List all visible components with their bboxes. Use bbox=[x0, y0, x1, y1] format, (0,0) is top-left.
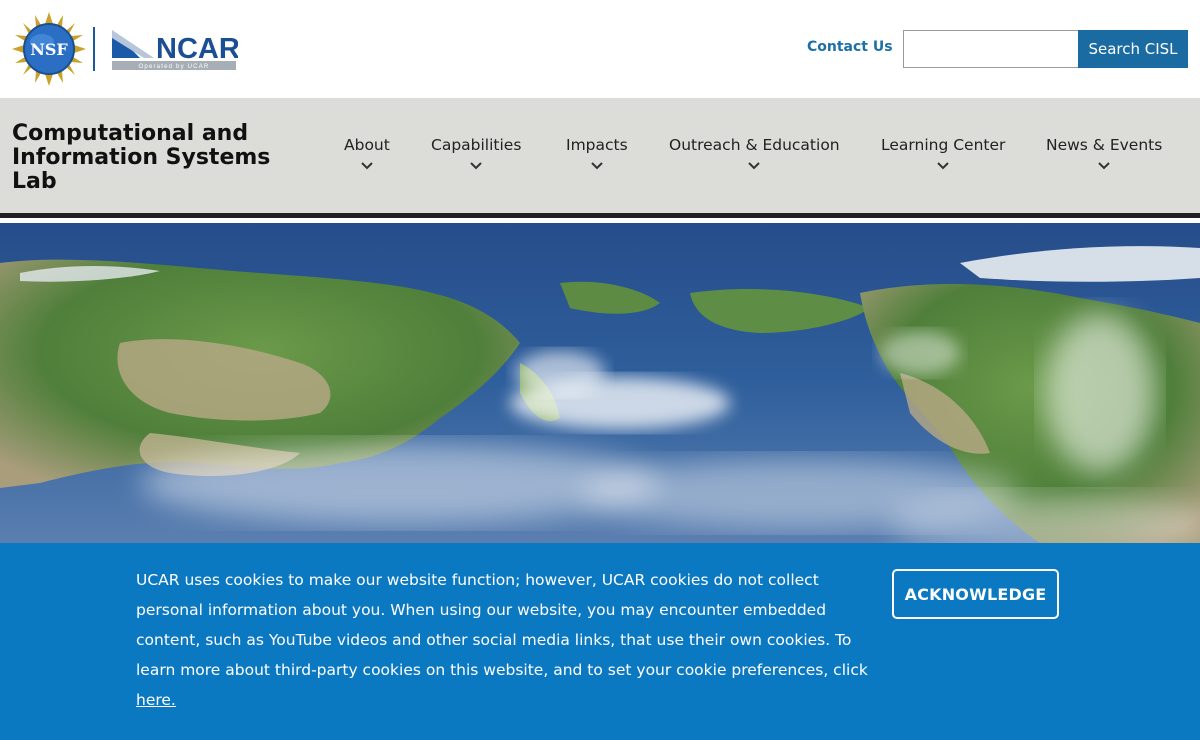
top-header: NSF NCAR Operated by UCAR Contact Us Sea… bbox=[0, 0, 1200, 98]
acknowledge-button[interactable]: ACKNOWLEDGE bbox=[892, 569, 1059, 619]
contact-us-link[interactable]: Contact Us bbox=[807, 39, 893, 55]
chevron-down-icon[interactable] bbox=[937, 162, 949, 170]
svg-text:Operated by UCAR: Operated by UCAR bbox=[139, 64, 210, 70]
cookie-message-text: UCAR uses cookies to make our website fu… bbox=[136, 571, 868, 679]
chevron-down-icon[interactable] bbox=[470, 162, 482, 170]
chevron-down-icon[interactable] bbox=[591, 162, 603, 170]
chevron-down-icon[interactable] bbox=[1098, 162, 1110, 170]
nav-item-outreach-education[interactable]: Outreach & Education bbox=[669, 136, 840, 170]
nav-item-impacts[interactable]: Impacts bbox=[566, 136, 628, 170]
nav-item-label: Capabilities bbox=[431, 136, 522, 154]
logo-divider bbox=[93, 27, 95, 71]
cookie-banner: UCAR uses cookies to make our website fu… bbox=[0, 543, 1200, 740]
nav-item-label: Outreach & Education bbox=[669, 136, 840, 154]
search-input[interactable] bbox=[903, 30, 1079, 68]
svg-text:NCAR: NCAR bbox=[156, 33, 238, 65]
nav-item-label: Learning Center bbox=[881, 136, 1006, 154]
site-title[interactable]: Computational and Information Systems La… bbox=[12, 122, 302, 194]
nav-item-about[interactable]: About bbox=[344, 136, 390, 170]
nav-item-capabilities[interactable]: Capabilities bbox=[431, 136, 521, 170]
ncar-logo[interactable]: NCAR Operated by UCAR bbox=[110, 26, 240, 72]
nav-item-label: About bbox=[344, 136, 390, 154]
nsf-logo[interactable]: NSF bbox=[12, 12, 86, 86]
chevron-down-icon[interactable] bbox=[748, 162, 761, 170]
cookie-preferences-link[interactable]: here. bbox=[136, 691, 176, 709]
nav-item-news-events[interactable]: News & Events bbox=[1046, 136, 1162, 170]
search-cisl-button[interactable]: Search CISL bbox=[1078, 30, 1188, 68]
main-nav-bar: Computational and Information Systems La… bbox=[0, 98, 1200, 218]
chevron-down-icon[interactable] bbox=[361, 162, 373, 170]
nav-item-learning-center[interactable]: Learning Center bbox=[881, 136, 1005, 170]
hero-earth-image bbox=[0, 223, 1200, 543]
cookie-message: UCAR uses cookies to make our website fu… bbox=[136, 565, 876, 715]
nav-item-label: News & Events bbox=[1046, 136, 1163, 154]
svg-text:NSF: NSF bbox=[30, 40, 68, 59]
nav-item-label: Impacts bbox=[566, 136, 628, 154]
